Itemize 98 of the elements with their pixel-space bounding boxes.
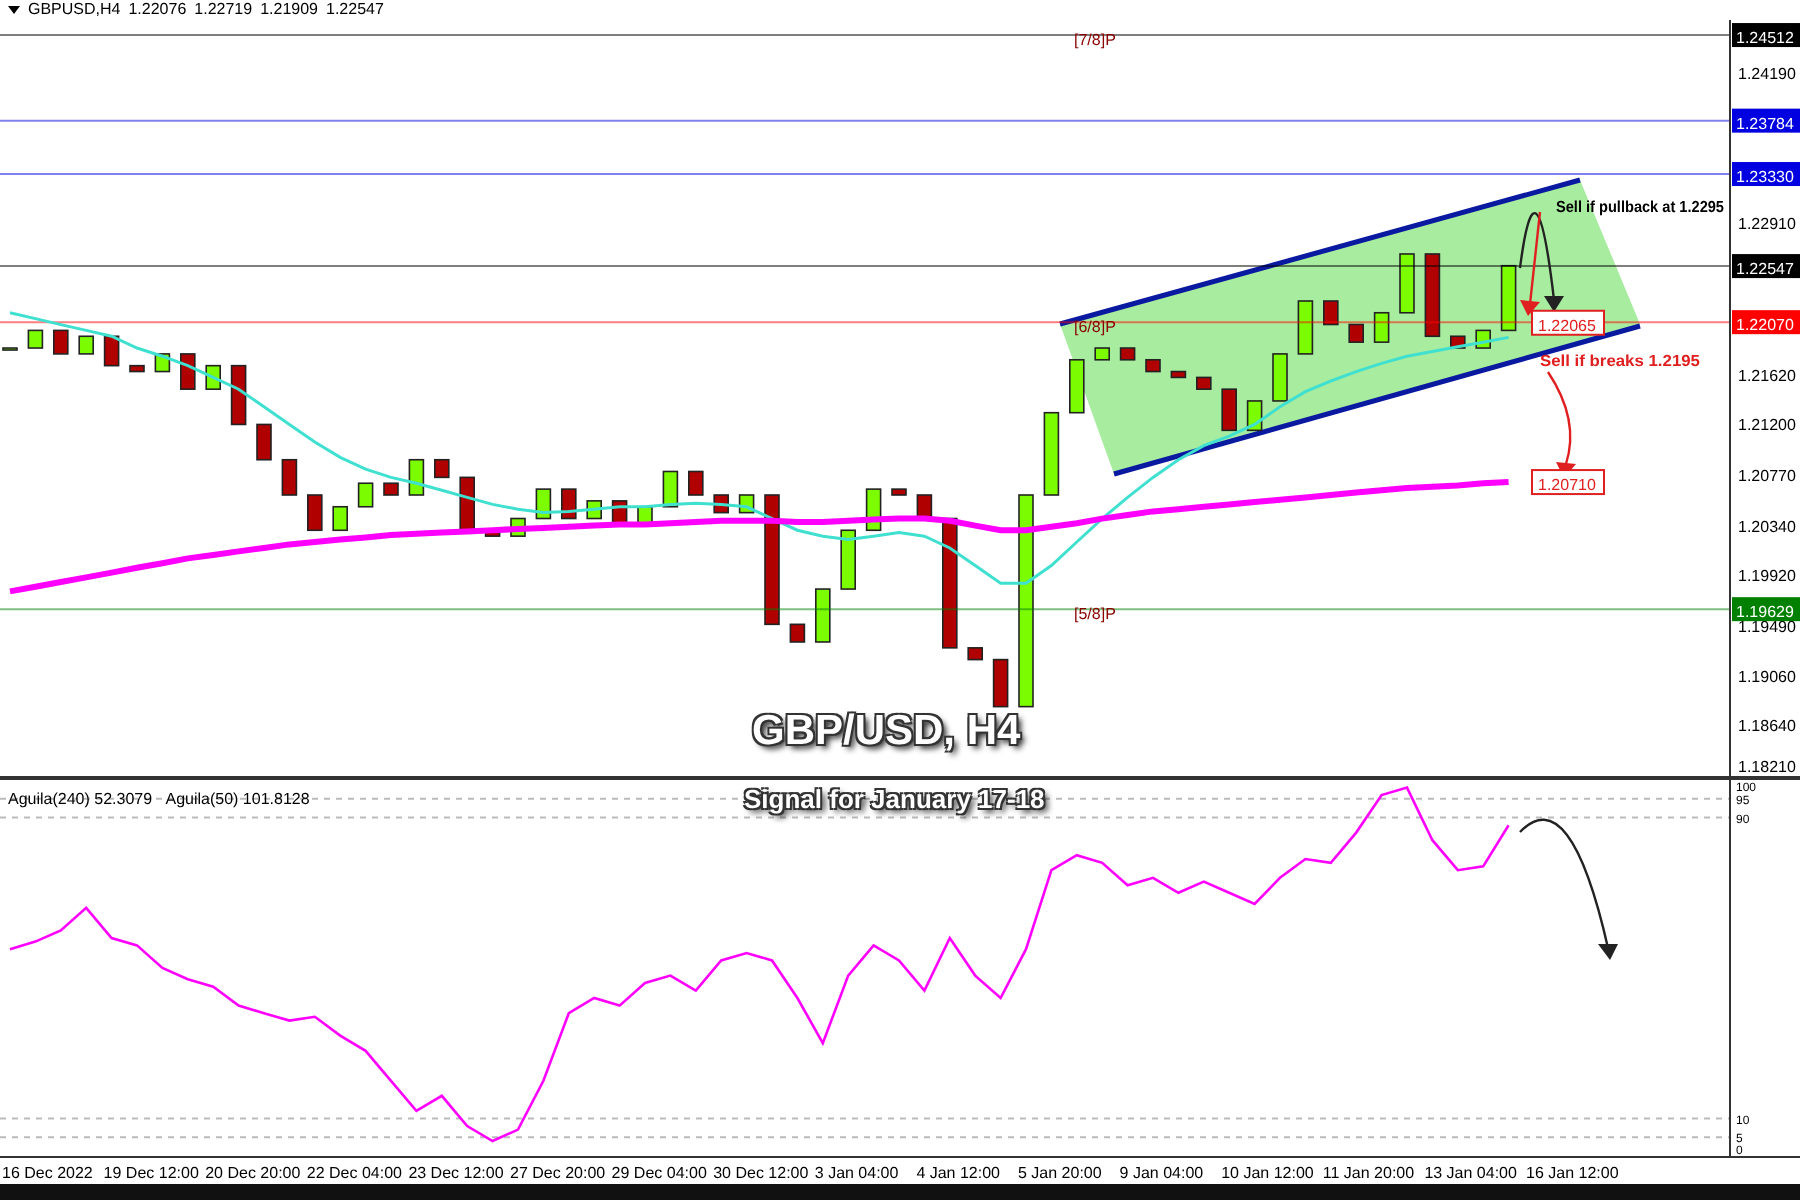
candle: [408, 458, 425, 496]
dropdown-triangle-icon[interactable]: [8, 6, 20, 14]
time-axis-label: 3 Jan 04:00: [814, 1164, 899, 1182]
price-axis-label: 1.21200: [1738, 416, 1796, 435]
candle: [383, 482, 399, 496]
price-tag: 1.20710: [1531, 469, 1605, 496]
candle: [78, 335, 94, 355]
price-axis-label: 1.18640: [1738, 717, 1796, 736]
time-axis-label: 13 Jan 04:00: [1424, 1164, 1517, 1182]
candle: [840, 529, 856, 590]
candle: [942, 517, 958, 649]
candle: [256, 423, 272, 461]
candle: [535, 488, 552, 520]
candle: [1323, 300, 1339, 326]
candle: [1119, 347, 1136, 361]
chart-title: GBP/USD, H4: [752, 708, 1021, 756]
time-axis-label: 9 Jan 04:00: [1119, 1164, 1204, 1182]
candle: [1221, 388, 1237, 432]
time-axis-label: 16 Jan 12:00: [1526, 1164, 1619, 1182]
time-axis-label: 11 Jan 20:00: [1322, 1164, 1415, 1182]
candle: [230, 364, 247, 426]
price-axis-label: 1.19490: [1738, 617, 1796, 636]
signal-note: Sell if breaks 1.2195: [1540, 352, 1693, 370]
candle: [357, 482, 374, 508]
level-price-label: 1.24512: [1736, 29, 1794, 48]
time-axis-label: 30 Dec 12:00: [713, 1164, 809, 1182]
ohlc-value: 1.22547: [326, 0, 384, 20]
forecast-arrow: [1519, 818, 1618, 960]
price-axis-label: 1.18210: [1738, 758, 1796, 776]
candle: [891, 488, 907, 496]
level-price-label: 1.23330: [1736, 168, 1794, 186]
level-price-label: 1.22547: [1736, 260, 1794, 279]
candle: [484, 529, 501, 537]
price-axis-label: 1.24190: [1738, 64, 1796, 83]
candle: [459, 476, 475, 532]
candle: [662, 470, 679, 508]
candle: [1272, 353, 1288, 402]
candle: [27, 329, 44, 349]
candle: [1246, 400, 1263, 432]
indicator-legend: Aguila(240) 52.3079 Aguila(50) 101.8128: [8, 790, 310, 808]
ohlc-value: 1.22076: [128, 0, 187, 20]
candle: [1424, 253, 1441, 338]
candle: [916, 494, 933, 520]
candle: [53, 329, 69, 355]
level-tag: [6/8]P: [1074, 318, 1116, 337]
time-axis-label: 23 Dec 12:00: [408, 1164, 504, 1182]
drop-arrow: [1520, 211, 1542, 316]
candle: [1196, 376, 1212, 390]
candle: [688, 470, 704, 496]
pullback-arrow: [1518, 212, 1564, 312]
price-axis-label: 1.22910: [1738, 215, 1796, 234]
candle: [307, 494, 323, 532]
price-axis-label: 1.20770: [1738, 467, 1796, 485]
candle: [764, 494, 780, 626]
price-axis-label: 1.20340: [1738, 517, 1796, 536]
time-axis-label: 4 Jan 12:00: [916, 1164, 1001, 1182]
candle: [1145, 359, 1161, 373]
candle: [1094, 347, 1110, 361]
candle: [103, 335, 120, 367]
level-price-label: 1.19629: [1736, 603, 1794, 622]
time-axis-label: 20 Dec 20:00: [205, 1164, 301, 1182]
time-axis-label: 29 Dec 04:00: [611, 1164, 707, 1182]
time-axis-label: 27 Dec 20:00: [510, 1164, 606, 1182]
symbol-label: GBPUSD,H4: [28, 0, 121, 20]
signal-note: Sell if pullback at 1.2295: [1556, 198, 1741, 216]
level-price-label: 1.22070: [1736, 316, 1794, 335]
price-axis-label: 1.21620: [1738, 367, 1796, 386]
candle: [129, 364, 145, 373]
price-axis-label: 1.19060: [1738, 668, 1796, 687]
price-tag: 1.22065: [1531, 309, 1605, 336]
candle: [967, 647, 983, 661]
candle: [281, 458, 298, 496]
time-axis-label: 16 Dec 2022: [2, 1164, 93, 1182]
level-price-label: 1.23784: [1736, 114, 1794, 133]
candle: [1399, 253, 1415, 314]
candle: [1500, 264, 1517, 332]
candle: [1170, 370, 1187, 379]
candle: [992, 658, 1009, 708]
time-axis-label: 22 Dec 04:00: [306, 1164, 402, 1182]
candle: [180, 353, 196, 390]
time-axis-label: 19 Dec 12:00: [103, 1164, 199, 1182]
ohlc-value: 1.22719: [194, 0, 253, 20]
candle: [1297, 300, 1314, 355]
candle: [332, 505, 348, 532]
candle: [1069, 359, 1085, 414]
candle: [1043, 411, 1060, 496]
candle: [434, 458, 450, 479]
level-tag: [7/8]P: [1074, 31, 1116, 50]
level-tag: [5/8]P: [1074, 605, 1116, 624]
candle: [815, 588, 831, 643]
time-axis-label: 5 Jan 20:00: [1018, 1164, 1102, 1182]
price-axis-label: 1.19920: [1738, 566, 1796, 585]
candle: [561, 488, 577, 520]
candle: [1348, 323, 1364, 343]
candle: [1373, 311, 1390, 343]
ohlc-value: 1.21909: [260, 0, 318, 20]
time-axis-label: 10 Jan 12:00: [1221, 1164, 1314, 1182]
candle: [789, 623, 806, 643]
